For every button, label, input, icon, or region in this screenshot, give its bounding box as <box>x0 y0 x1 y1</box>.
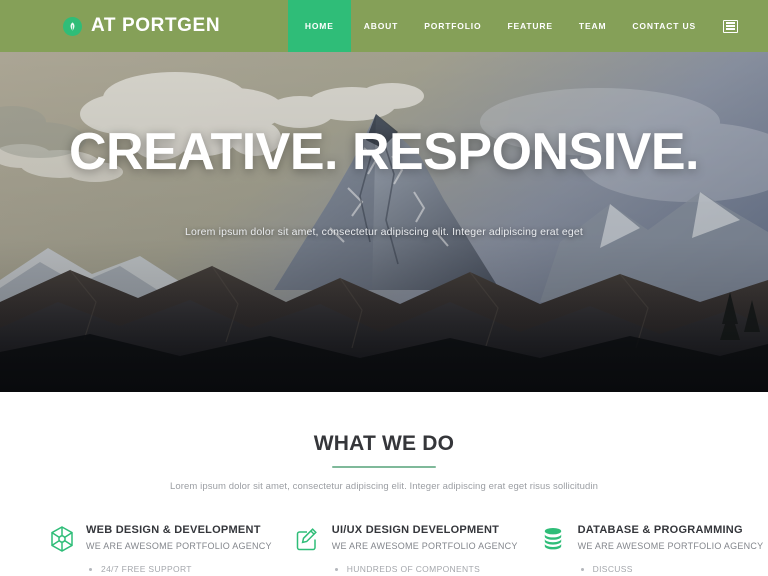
hamburger-menu-glyph <box>723 19 738 33</box>
hero-subtitle: Lorem ipsum dolor sit amet, consectetur … <box>185 226 583 238</box>
services-grid: WEB DESIGN & DEVELOPMENT WE ARE AWESOME … <box>0 524 768 576</box>
main-navigation: HOME ABOUT PORTFOLIO FEATURE TEAM CONTAC… <box>287 0 768 52</box>
service-tagline: WE ARE AWESOME PORTFOLIO AGENCY <box>577 541 764 551</box>
brand-logo[interactable]: AT PORTGEN <box>63 15 220 37</box>
cube-wireframe-icon <box>48 524 75 554</box>
service-card-database-programming[interactable]: DATABASE & PROGRAMMING WE ARE AWESOME PO… <box>540 524 764 576</box>
list-item: DISCUSS <box>578 564 764 574</box>
section-title: WHAT WE DO <box>313 432 455 455</box>
service-title: UI/UX DESIGN DEVELOPMENT <box>331 524 500 536</box>
nav-item-home[interactable]: HOME <box>287 0 351 52</box>
list-item: 24/7 FREE SUPPORT <box>86 564 272 574</box>
hero-copy: CREATIVE. RESPONSIVE. Lorem ipsum dolor … <box>0 126 768 238</box>
service-card-ui-ux-design[interactable]: UI/UX DESIGN DEVELOPMENT WE ARE AWESOME … <box>294 524 518 576</box>
brand-name: AT PORTGEN <box>91 15 221 36</box>
nav-item-portfolio[interactable]: PORTFOLIO <box>411 0 494 52</box>
nav-item-about[interactable]: ABOUT <box>351 0 411 52</box>
what-we-do-section: WHAT WE DO Lorem ipsum dolor sit amet, c… <box>0 392 768 576</box>
service-bullet-list: DISCUSS PLAN & DESIGN <box>578 564 764 576</box>
section-divider <box>332 466 436 468</box>
service-tagline: WE ARE AWESOME PORTFOLIO AGENCY <box>86 541 272 551</box>
service-body: DATABASE & PROGRAMMING WE ARE AWESOME PO… <box>578 524 764 576</box>
section-header: WHAT WE DO Lorem ipsum dolor sit amet, c… <box>0 432 768 492</box>
nav-item-team[interactable]: TEAM <box>566 0 619 52</box>
pencil-square-edit-icon <box>294 524 321 554</box>
list-item: HUNDREDS OF COMPONENTS <box>332 564 518 574</box>
hero-title: CREATIVE. RESPONSIVE. <box>68 123 700 181</box>
hamburger-menu-icon[interactable] <box>709 0 738 52</box>
service-tagline: WE ARE AWESOME PORTFOLIO AGENCY <box>331 541 518 551</box>
database-stack-icon <box>540 524 567 554</box>
service-bullet-list: 24/7 FREE SUPPORT FRIENDLY DESIGN <box>86 564 272 576</box>
service-bullet-list: HUNDREDS OF COMPONENTS FAST PROTOTYPING <box>332 564 518 576</box>
nav-item-contact-us[interactable]: CONTACT US <box>619 0 709 52</box>
section-subtitle: Lorem ipsum dolor sit amet, consectetur … <box>169 481 599 492</box>
service-body: UI/UX DESIGN DEVELOPMENT WE ARE AWESOME … <box>332 524 518 576</box>
hero-banner: CREATIVE. RESPONSIVE. Lorem ipsum dolor … <box>0 52 768 392</box>
service-body: WEB DESIGN & DEVELOPMENT WE ARE AWESOME … <box>86 524 272 576</box>
service-title: DATABASE & PROGRAMMING <box>577 524 743 536</box>
leaf-circle-icon <box>63 16 82 36</box>
service-card-web-design[interactable]: WEB DESIGN & DEVELOPMENT WE ARE AWESOME … <box>48 524 272 576</box>
service-title: WEB DESIGN & DEVELOPMENT <box>86 524 261 536</box>
site-header: AT PORTGEN HOME ABOUT PORTFOLIO FEATURE … <box>0 0 768 52</box>
nav-item-feature[interactable]: FEATURE <box>494 0 565 52</box>
